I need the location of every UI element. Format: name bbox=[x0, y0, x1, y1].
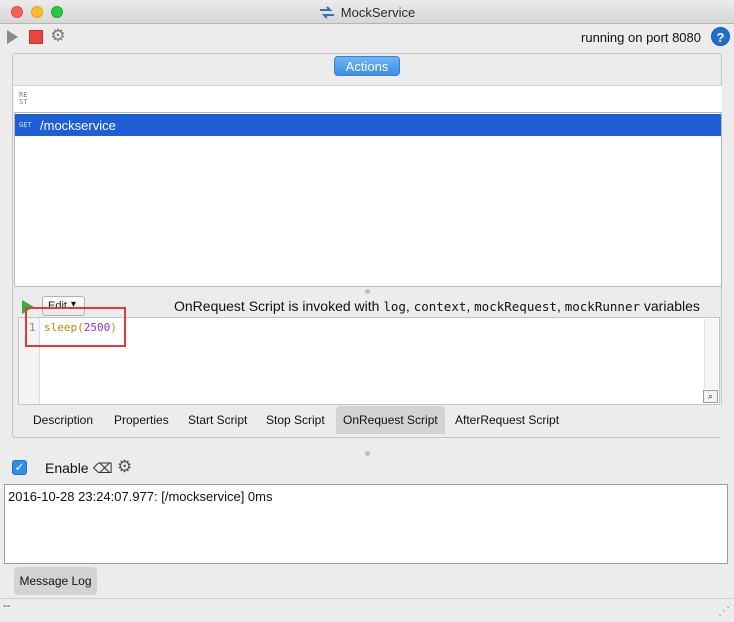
tab-start-script[interactable]: Start Script bbox=[181, 406, 254, 434]
help-icon[interactable]: ? bbox=[711, 27, 730, 46]
actions-button[interactable]: Actions bbox=[334, 56, 400, 76]
log-entry: 2016-10-28 23:24:07.977: [/mockservice] … bbox=[8, 489, 273, 504]
start-mockservice-button[interactable] bbox=[7, 30, 18, 44]
annotation-highlight-box bbox=[25, 307, 126, 347]
stop-mockservice-button[interactable] bbox=[29, 30, 43, 44]
rest-header bbox=[14, 85, 722, 112]
rest-icon: RE ST bbox=[19, 91, 28, 106]
clear-log-eraser-icon[interactable]: ⌫ bbox=[93, 460, 113, 477]
enable-checkbox[interactable]: ✓ bbox=[12, 460, 27, 475]
hint-var-mockrunner: mockRunner bbox=[564, 299, 640, 314]
tab-onrequest-script[interactable]: OnRequest Script bbox=[336, 406, 445, 434]
resize-grip-icon[interactable]: ⋰ bbox=[718, 604, 730, 618]
operation-path[interactable]: /mockservice bbox=[40, 118, 116, 133]
window-title-text: MockService bbox=[340, 5, 416, 20]
hint-var-log: log bbox=[383, 299, 406, 314]
find-icon[interactable]: ⌕ bbox=[703, 390, 718, 403]
editor-scrollbar[interactable] bbox=[704, 319, 718, 389]
tab-afterrequest-script[interactable]: AfterRequest Script bbox=[448, 406, 566, 434]
status-bar bbox=[0, 598, 734, 622]
status-text: -- bbox=[3, 600, 11, 612]
hint-var-context: context bbox=[413, 299, 467, 314]
tab-message-log[interactable]: Message Log bbox=[14, 567, 97, 595]
log-settings-gear-icon[interactable]: ⚙ bbox=[117, 457, 132, 477]
enable-label: Enable bbox=[45, 460, 89, 476]
hint-suffix: variables bbox=[640, 298, 700, 314]
settings-gear-icon[interactable]: ⚙ bbox=[50, 27, 66, 44]
get-method-icon: GET bbox=[19, 121, 32, 129]
running-status: running on port 8080 bbox=[581, 30, 701, 45]
window-title: MockService bbox=[0, 5, 734, 22]
operation-row-selected[interactable] bbox=[15, 114, 721, 136]
tab-properties[interactable]: Properties bbox=[107, 406, 176, 434]
mockservice-icon bbox=[319, 6, 335, 22]
script-hint: OnRequest Script is invoked with log, co… bbox=[174, 298, 700, 314]
tab-stop-script[interactable]: Stop Script bbox=[259, 406, 332, 434]
splitter-handle[interactable] bbox=[365, 289, 370, 294]
hint-prefix: OnRequest Script is invoked with bbox=[174, 298, 384, 314]
operations-list bbox=[14, 112, 722, 287]
splitter-handle-lower[interactable] bbox=[365, 451, 370, 456]
hint-var-mockrequest: mockRequest bbox=[474, 299, 557, 314]
tab-description[interactable]: Description bbox=[26, 406, 100, 434]
